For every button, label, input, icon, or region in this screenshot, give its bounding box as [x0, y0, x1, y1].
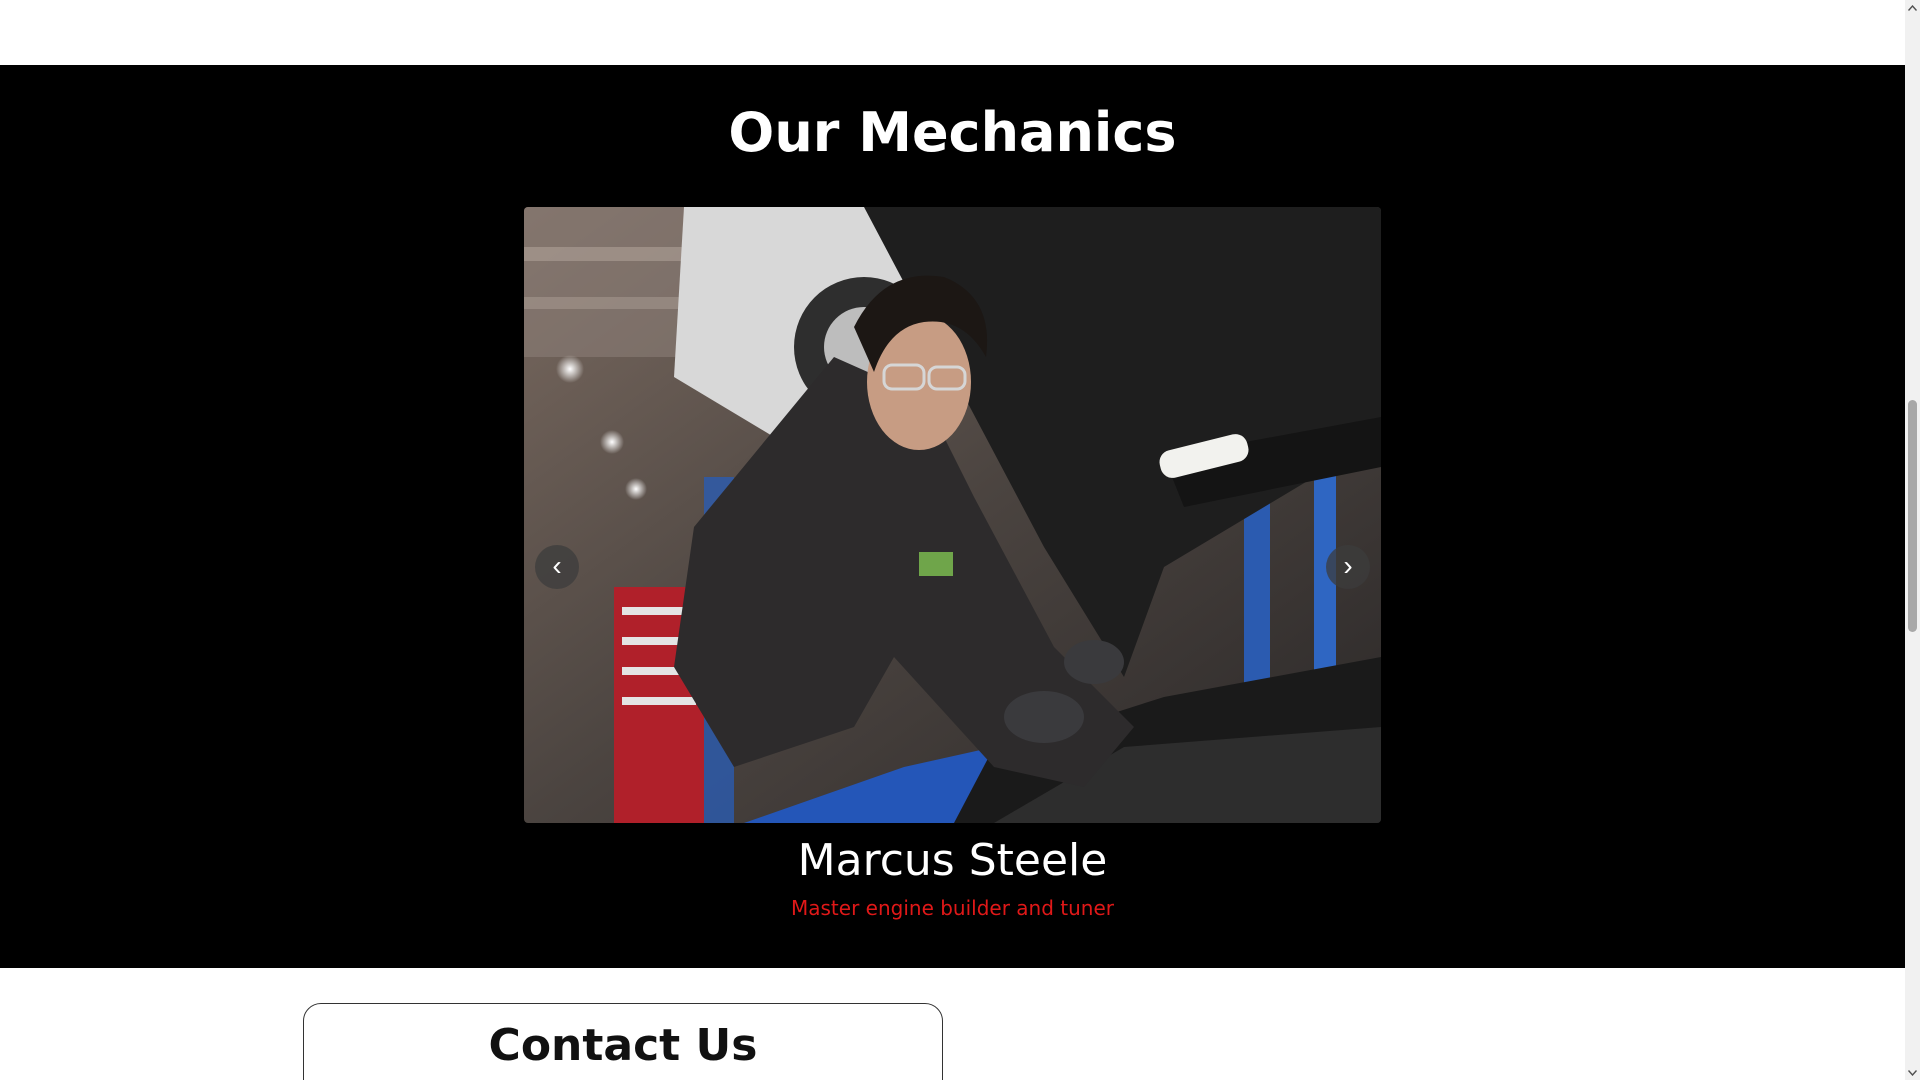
mechanic-name: Marcus Steele	[797, 835, 1108, 886]
carousel-prev-button[interactable]: ‹	[535, 545, 579, 589]
top-white-strip	[0, 0, 1905, 65]
mechanic-photo	[524, 207, 1381, 823]
contact-card: Contact Us	[303, 1003, 943, 1080]
mechanics-section: Our Mechanics ‹ › Marcus Steele Master e…	[0, 65, 1905, 968]
scrollbar-thumb[interactable]	[1908, 400, 1917, 632]
scroll-up-arrow-icon[interactable]	[1905, 0, 1920, 15]
carousel-next-button[interactable]: ›	[1326, 545, 1370, 589]
scroll-down-arrow-icon[interactable]	[1905, 1065, 1920, 1080]
contact-heading: Contact Us	[488, 1020, 758, 1071]
mechanic-role: Master engine builder and tuner	[791, 896, 1114, 920]
chevron-left-icon: ‹	[552, 549, 562, 581]
page-scrollbar[interactable]	[1905, 0, 1920, 1080]
mechanics-heading: Our Mechanics	[728, 101, 1177, 164]
mechanic-carousel: ‹ ›	[524, 207, 1381, 823]
chevron-right-icon: ›	[1343, 549, 1353, 581]
page-viewport: Our Mechanics ‹ › Marcus Steele Master e…	[0, 0, 1905, 1080]
